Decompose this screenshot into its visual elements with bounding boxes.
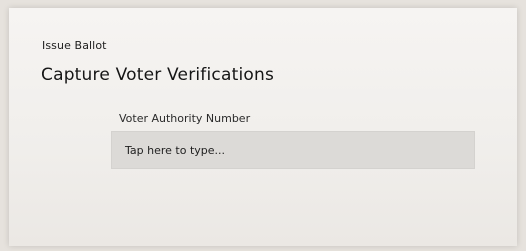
voter-authority-number-input[interactable]: Tap here to type...: [111, 131, 475, 169]
breadcrumb: Issue Ballot: [42, 39, 107, 52]
page-title: Capture Voter Verifications: [41, 65, 274, 85]
voter-authority-number-label: Voter Authority Number: [119, 112, 251, 125]
voter-authority-number-placeholder: Tap here to type...: [125, 143, 226, 157]
app-screen: Issue Ballot Capture Voter Verifications…: [9, 8, 517, 246]
